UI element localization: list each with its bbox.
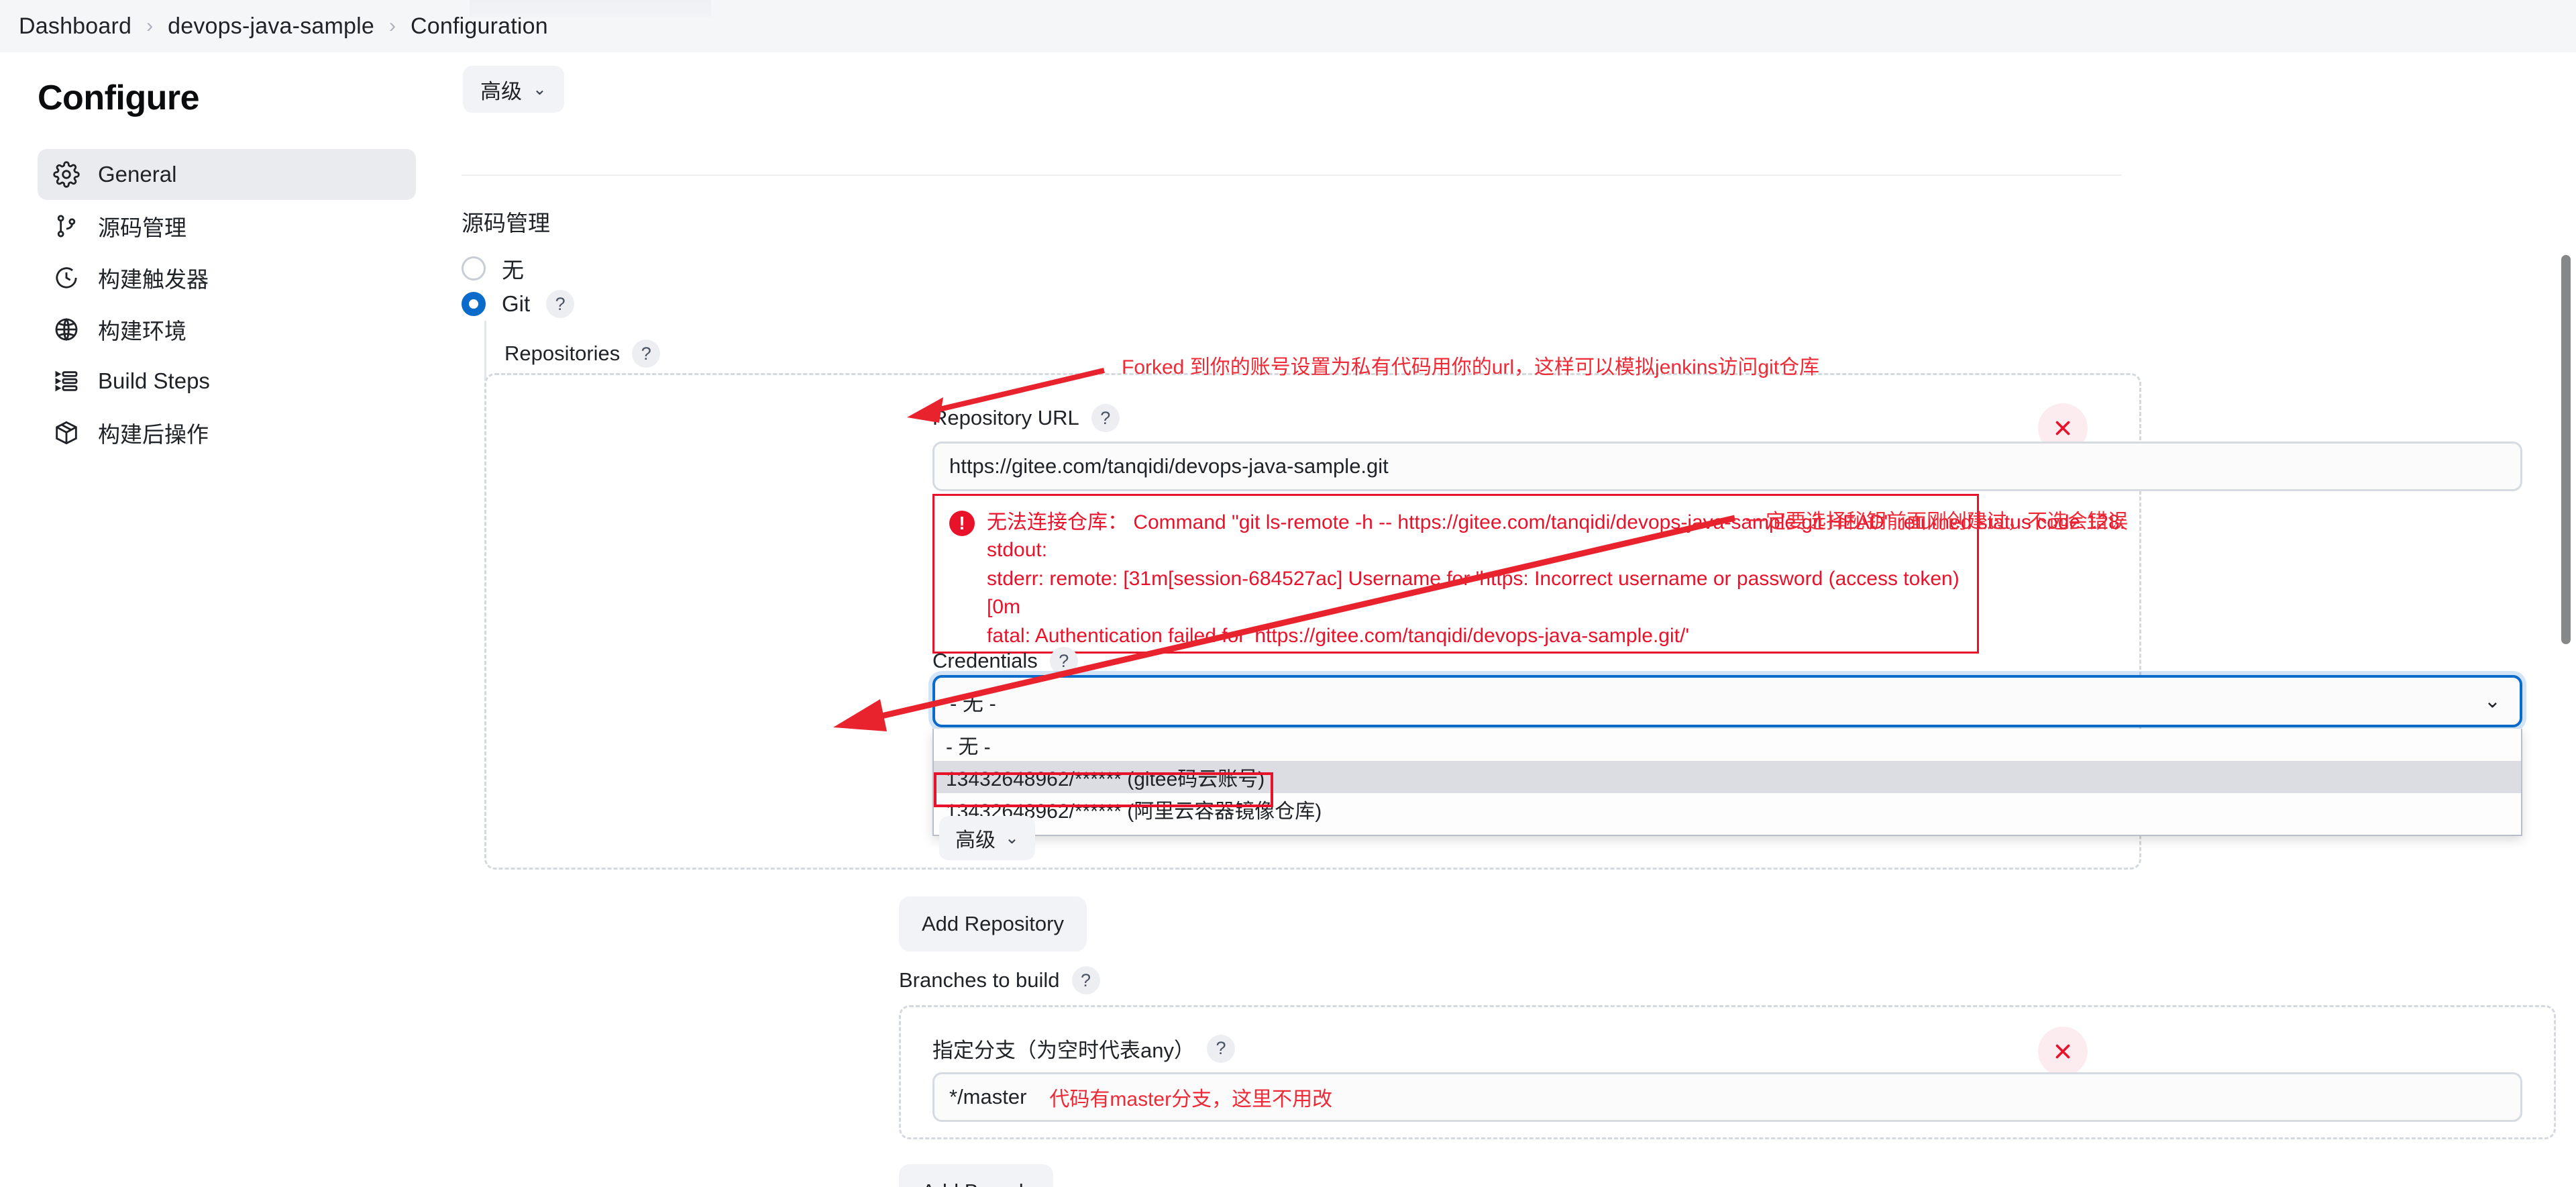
vertical-scrollbar-thumb[interactable]: [2561, 255, 2571, 644]
annotation-arrow-credentials: [833, 515, 1736, 731]
